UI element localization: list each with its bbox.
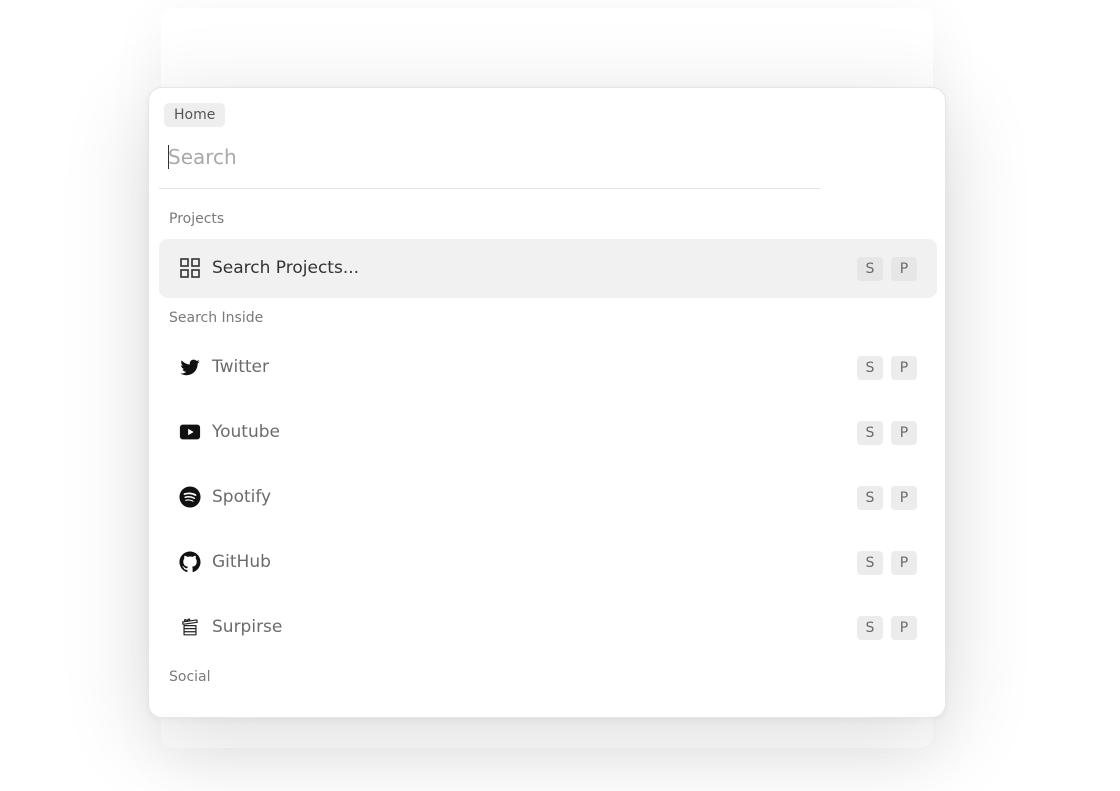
spotify-icon (179, 486, 201, 508)
shortcut-key: S (857, 551, 883, 575)
group-heading-projects: Projects (169, 211, 225, 227)
command-item-surprise[interactable]: Surpirse S P (159, 598, 937, 657)
grid-icon (179, 257, 201, 279)
command-item-github[interactable]: GitHub S P (159, 533, 937, 592)
youtube-icon (179, 421, 201, 443)
shortcut-key: S (857, 486, 883, 510)
shortcut-key: S (857, 616, 883, 640)
shortcut-key: P (891, 356, 917, 380)
shortcut-key: S (857, 356, 883, 380)
command-item-label: GitHub (212, 552, 271, 572)
shortcut-key: P (891, 551, 917, 575)
shortcut-key: P (891, 257, 917, 281)
breadcrumb[interactable]: Home (164, 103, 226, 127)
text-caret (168, 145, 169, 169)
group-heading-social: Social (169, 669, 211, 685)
shortcut-key: P (891, 486, 917, 510)
command-item-label: Youtube (212, 422, 280, 442)
search-bar (159, 132, 820, 189)
shortcut-key: P (891, 616, 917, 640)
shortcut-key: P (891, 421, 917, 445)
command-item-search-projects[interactable]: Search Projects... S P (159, 239, 937, 298)
group-heading-search-inside: Search Inside (169, 310, 264, 326)
command-item-label: Spotify (212, 487, 272, 507)
shortcut-key: S (857, 421, 883, 445)
page-background: Home Projects Search Projects... S P Sea… (0, 0, 1120, 791)
github-icon (179, 551, 201, 573)
twitter-icon (179, 356, 201, 378)
command-palette: Home Projects Search Projects... S P Sea… (148, 87, 946, 718)
command-item-label: Twitter (212, 357, 269, 377)
command-item-youtube[interactable]: Youtube S P (159, 403, 937, 462)
command-item-spotify[interactable]: Spotify S P (159, 468, 937, 527)
shortcut-key: S (857, 257, 883, 281)
gift-icon (179, 616, 201, 638)
command-item-label: Search Projects... (212, 258, 360, 278)
search-input[interactable] (168, 142, 788, 172)
command-item-twitter[interactable]: Twitter S P (159, 338, 937, 397)
command-item-label: Surpirse (212, 617, 283, 637)
